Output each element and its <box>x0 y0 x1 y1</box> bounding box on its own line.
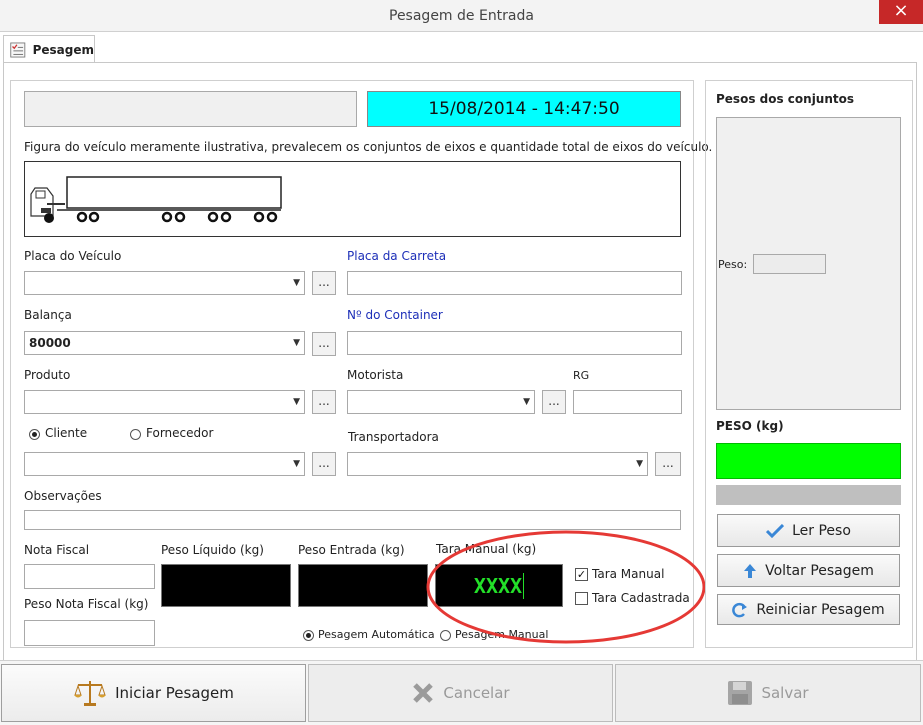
peso-entrada-display <box>298 564 428 607</box>
container-input[interactable] <box>347 331 682 355</box>
vehicle-notice: Figura do veículo meramente ilustrativa,… <box>24 140 713 154</box>
cliente-radio[interactable] <box>29 429 40 440</box>
balanca-lookup-button[interactable]: ... <box>312 332 336 356</box>
transportadora-lookup-button[interactable]: ... <box>655 452 681 476</box>
datetime-text: 15/08/2014 - 14:47:50 <box>428 99 620 119</box>
placa-veiculo-lookup-button[interactable]: ... <box>312 271 336 295</box>
chevron-down-icon: ▼ <box>636 459 643 469</box>
placa-veiculo-combo[interactable]: ▼ <box>24 271 305 295</box>
cliente-lookup-button[interactable]: ... <box>312 452 336 476</box>
produto-lookup-button[interactable]: ... <box>312 390 336 414</box>
peso-nota-fiscal-input[interactable] <box>24 620 155 646</box>
peso-kg-label: PESO (kg) <box>716 419 784 433</box>
status-field <box>24 91 357 127</box>
observacoes-label: Observações <box>24 489 102 503</box>
tara-cadastrada-checkbox[interactable] <box>575 592 588 605</box>
rg-input[interactable] <box>573 390 682 414</box>
transportadora-label: Transportadora <box>348 430 439 444</box>
salvar-button[interactable]: Salvar <box>615 664 921 722</box>
checkmark-icon <box>766 523 785 538</box>
chevron-down-icon: ▼ <box>293 397 300 407</box>
balanca-value: 80000 <box>29 336 71 350</box>
peso-liquido-display <box>161 564 291 607</box>
peso-entrada-label: Peso Entrada (kg) <box>298 543 405 557</box>
datetime-display: 15/08/2014 - 14:47:50 <box>367 91 681 127</box>
pesos-conjuntos-title: Pesos dos conjuntos <box>716 92 855 106</box>
truck-illustration <box>30 176 282 223</box>
chevron-down-icon: ▼ <box>523 397 530 407</box>
window-title: Pesagem de Entrada <box>389 8 534 24</box>
title-bar: Pesagem de Entrada × <box>0 0 923 32</box>
cliente-label: Cliente <box>45 426 88 440</box>
close-button[interactable]: × <box>879 0 923 24</box>
motorista-lookup-button[interactable]: ... <box>542 390 566 414</box>
motorista-label: Motorista <box>347 368 404 382</box>
pesagem-manual-label: Pesagem Manual <box>455 628 549 641</box>
fornecedor-label: Fornecedor <box>146 426 214 440</box>
chevron-down-icon: ▼ <box>293 459 300 469</box>
container-label: Nº do Container <box>347 308 443 322</box>
tara-manual-value: XXXX <box>473 573 523 598</box>
peso-progress-bar <box>716 485 901 505</box>
text-cursor <box>523 572 525 599</box>
scale-icon <box>74 681 107 706</box>
close-icon: × <box>893 0 909 21</box>
produto-combo[interactable]: ▼ <box>24 390 305 414</box>
checklist-icon <box>10 42 26 57</box>
x-icon <box>413 683 434 703</box>
nota-fiscal-input[interactable] <box>24 564 155 589</box>
placa-carreta-input[interactable] <box>347 271 682 295</box>
placa-veiculo-label: Placa do Veículo <box>24 249 122 263</box>
peso-input[interactable] <box>753 254 826 274</box>
tara-manual-checkbox[interactable]: ✓ <box>575 568 588 581</box>
motorista-combo[interactable]: ▼ <box>347 390 535 414</box>
chevron-down-icon: ▼ <box>293 278 300 288</box>
peso-indicator <box>716 443 901 479</box>
voltar-pesagem-button[interactable]: Voltar Pesagem <box>717 554 900 587</box>
rg-label: RG <box>573 369 590 382</box>
pesagem-automatica-radio[interactable] <box>303 630 314 641</box>
iniciar-pesagem-button[interactable]: Iniciar Pesagem <box>1 664 306 722</box>
produto-label: Produto <box>24 368 71 382</box>
tara-manual-input[interactable]: XXXX <box>435 564 563 607</box>
nota-fiscal-label: Nota Fiscal <box>24 543 90 557</box>
reiniciar-pesagem-button[interactable]: Reiniciar Pesagem <box>717 594 900 625</box>
peso-label: Peso: <box>718 258 748 271</box>
peso-liquido-label: Peso Líquido (kg) <box>161 543 264 557</box>
floppy-disk-icon <box>728 681 753 705</box>
refresh-icon <box>732 602 748 617</box>
arrow-up-icon <box>744 563 757 578</box>
chevron-down-icon: ▼ <box>293 338 300 348</box>
ler-peso-button[interactable]: Ler Peso <box>717 514 900 547</box>
tab-pesagem[interactable]: Pesagem <box>3 35 95 63</box>
cliente-combo[interactable]: ▼ <box>24 452 305 476</box>
tab-label: Pesagem <box>32 42 94 57</box>
vehicle-figure <box>24 161 681 237</box>
tara-manual-check-label: Tara Manual <box>592 567 665 581</box>
pesagem-automatica-label: Pesagem Automática <box>318 628 435 641</box>
placa-carreta-label: Placa da Carreta <box>347 249 447 263</box>
pesagem-manual-radio[interactable] <box>440 630 451 641</box>
balanca-label: Balança <box>24 308 72 322</box>
peso-nota-fiscal-label: Peso Nota Fiscal (kg) <box>24 597 149 611</box>
tara-manual-label: Tara Manual (kg) <box>436 542 537 556</box>
fornecedor-radio[interactable] <box>130 429 141 440</box>
tara-cadastrada-check-label: Tara Cadastrada <box>592 591 690 605</box>
observacoes-input[interactable] <box>24 510 681 530</box>
cancelar-button[interactable]: Cancelar <box>308 664 613 722</box>
balanca-combo[interactable]: 80000 ▼ <box>24 331 305 355</box>
transportadora-combo[interactable]: ▼ <box>347 452 648 476</box>
